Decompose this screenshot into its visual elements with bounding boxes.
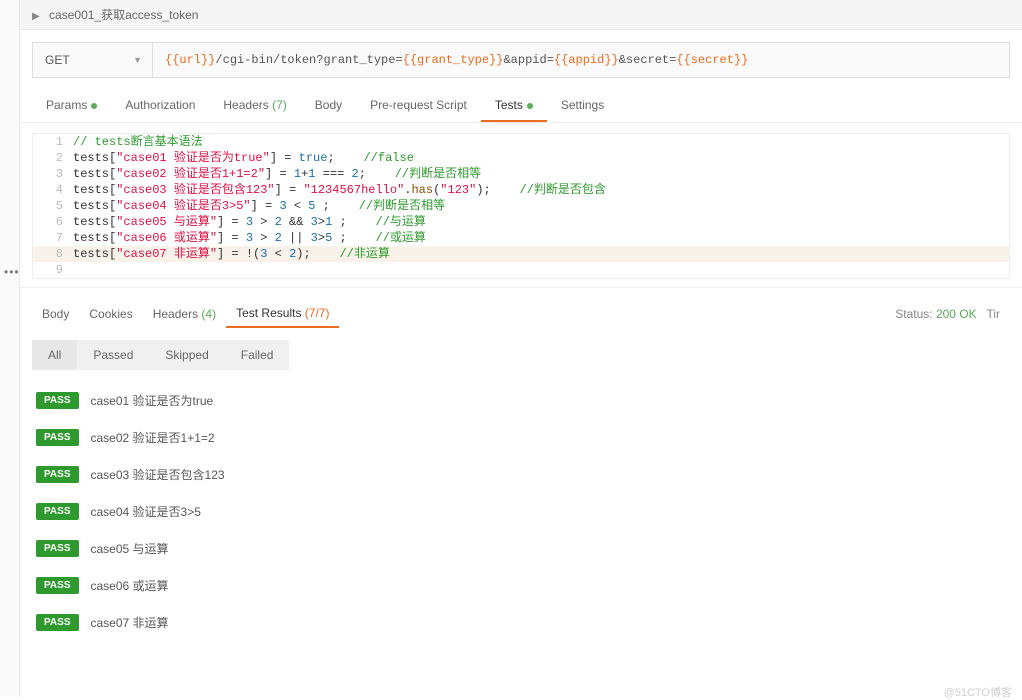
tab-prerequest[interactable]: Pre-request Script [356, 90, 481, 122]
url-bar: GET ▼ {{url}}/cgi-bin/token?grant_type={… [32, 42, 1010, 78]
code-line: 2tests["case01 验证是否为true"] = true; //fal… [33, 150, 1009, 166]
code-line: 3tests["case02 验证是否1+1=2"] = 1+1 === 2; … [33, 166, 1009, 182]
test-name: case02 验证是否1+1=2 [91, 429, 215, 446]
ellipsis-icon: ••• [4, 265, 20, 279]
url-var-url: {{url}} [165, 53, 215, 67]
code-content: tests["case07 非运算"] = !(3 < 2); //非运算 [73, 246, 1009, 262]
request-tabs: Params Authorization Headers (7) Body Pr… [20, 90, 1022, 123]
test-name: case01 验证是否为true [91, 392, 214, 409]
method-label: GET [45, 53, 70, 67]
test-name: case05 与运算 [91, 540, 169, 557]
code-line: 9 [33, 262, 1009, 278]
filter-passed[interactable]: Passed [77, 340, 149, 370]
line-number: 2 [33, 150, 73, 166]
url-text: &secret= [619, 53, 677, 67]
watermark: @51CTO博客 [944, 684, 1012, 700]
test-result-row[interactable]: PASS case01 验证是否为true [32, 382, 1010, 419]
filter-failed[interactable]: Failed [225, 340, 290, 370]
test-result-row[interactable]: PASS case07 非运算 [32, 604, 1010, 641]
code-editor[interactable]: 1// tests断言基本语法2tests["case01 验证是否为true"… [32, 133, 1010, 279]
status-badge: PASS [36, 503, 79, 520]
code-line: 1// tests断言基本语法 [33, 134, 1009, 150]
url-input[interactable]: {{url}}/cgi-bin/token?grant_type={{grant… [153, 43, 1009, 77]
response-tabs: Body Cookies Headers (4) Test Results (7… [20, 287, 1022, 328]
code-line: 4tests["case03 验证是否包含123"] = "1234567hel… [33, 182, 1009, 198]
status-badge: PASS [36, 540, 79, 557]
dot-icon [91, 103, 97, 109]
test-result-row[interactable]: PASS case05 与运算 [32, 530, 1010, 567]
status-badge: PASS [36, 429, 79, 446]
test-name: case04 验证是否3>5 [91, 503, 201, 520]
resp-tab-test-results[interactable]: Test Results (7/7) [226, 300, 339, 328]
test-result-row[interactable]: PASS case04 验证是否3>5 [32, 493, 1010, 530]
url-var-grant-type: {{grant_type}} [403, 53, 504, 67]
response-status: Status: 200 OK Tir [885, 301, 1010, 327]
line-number: 1 [33, 134, 73, 150]
test-name: case06 或运算 [91, 577, 169, 594]
code-content: tests["case04 验证是否3>5"] = 3 < 5 ; //判断是否… [73, 198, 1009, 214]
test-name: case07 非运算 [91, 614, 169, 631]
status-badge: PASS [36, 392, 79, 409]
code-content: tests["case06 或运算"] = 3 > 2 || 3>5 ; //或… [73, 230, 1009, 246]
caret-right-icon: ▶ [32, 11, 40, 22]
dot-icon [527, 103, 533, 109]
request-title: case001_获取access_token [49, 8, 198, 22]
line-number: 7 [33, 230, 73, 246]
tab-authorization[interactable]: Authorization [111, 90, 209, 122]
code-line: 5tests["case04 验证是否3>5"] = 3 < 5 ; //判断是… [33, 198, 1009, 214]
url-text: /cgi-bin/token?grant_type= [215, 53, 402, 67]
line-number: 3 [33, 166, 73, 182]
status-badge: PASS [36, 466, 79, 483]
chevron-down-icon: ▼ [133, 55, 142, 65]
code-line: 6tests["case05 与运算"] = 3 > 2 && 3>1 ; //… [33, 214, 1009, 230]
url-text: &appid= [503, 53, 553, 67]
code-content [73, 262, 1009, 278]
code-content: tests["case02 验证是否1+1=2"] = 1+1 === 2; /… [73, 166, 1009, 182]
tab-tests[interactable]: Tests [481, 90, 547, 122]
code-content: // tests断言基本语法 [73, 134, 1009, 150]
test-name: case03 验证是否包含123 [91, 466, 225, 483]
method-dropdown[interactable]: GET ▼ [33, 43, 153, 77]
line-number: 8 [33, 246, 73, 262]
code-content: tests["case03 验证是否包含123"] = "1234567hell… [73, 182, 1009, 198]
code-line: 8tests["case07 非运算"] = !(3 < 2); //非运算 [33, 246, 1009, 262]
test-result-row[interactable]: PASS case02 验证是否1+1=2 [32, 419, 1010, 456]
filter-all[interactable]: All [32, 340, 77, 370]
tab-settings[interactable]: Settings [547, 90, 618, 122]
test-result-row[interactable]: PASS case06 或运算 [32, 567, 1010, 604]
line-number: 6 [33, 214, 73, 230]
request-tab-header[interactable]: ▶ case001_获取access_token [20, 0, 1022, 30]
status-badge: PASS [36, 577, 79, 594]
tab-headers[interactable]: Headers (7) [209, 90, 300, 122]
line-number: 4 [33, 182, 73, 198]
test-results-list: PASS case01 验证是否为true PASS case02 验证是否1+1=2… [20, 382, 1022, 653]
url-var-appid: {{appid}} [554, 53, 619, 67]
resp-tab-cookies[interactable]: Cookies [79, 301, 142, 327]
tab-params[interactable]: Params [32, 90, 111, 122]
result-filters: All Passed Skipped Failed [32, 340, 1010, 370]
status-badge: PASS [36, 614, 79, 631]
code-content: tests["case01 验证是否为true"] = true; //fals… [73, 150, 1009, 166]
line-number: 5 [33, 198, 73, 214]
code-content: tests["case05 与运算"] = 3 > 2 && 3>1 ; //与… [73, 214, 1009, 230]
tab-body[interactable]: Body [301, 90, 356, 122]
url-var-secret: {{secret}} [676, 53, 748, 67]
test-result-row[interactable]: PASS case03 验证是否包含123 [32, 456, 1010, 493]
resp-tab-body[interactable]: Body [32, 301, 79, 327]
code-line: 7tests["case06 或运算"] = 3 > 2 || 3>5 ; //… [33, 230, 1009, 246]
line-number: 9 [33, 262, 73, 278]
resp-tab-headers[interactable]: Headers (4) [143, 301, 226, 327]
left-sidebar-strip: ••• [0, 0, 20, 697]
filter-skipped[interactable]: Skipped [149, 340, 224, 370]
